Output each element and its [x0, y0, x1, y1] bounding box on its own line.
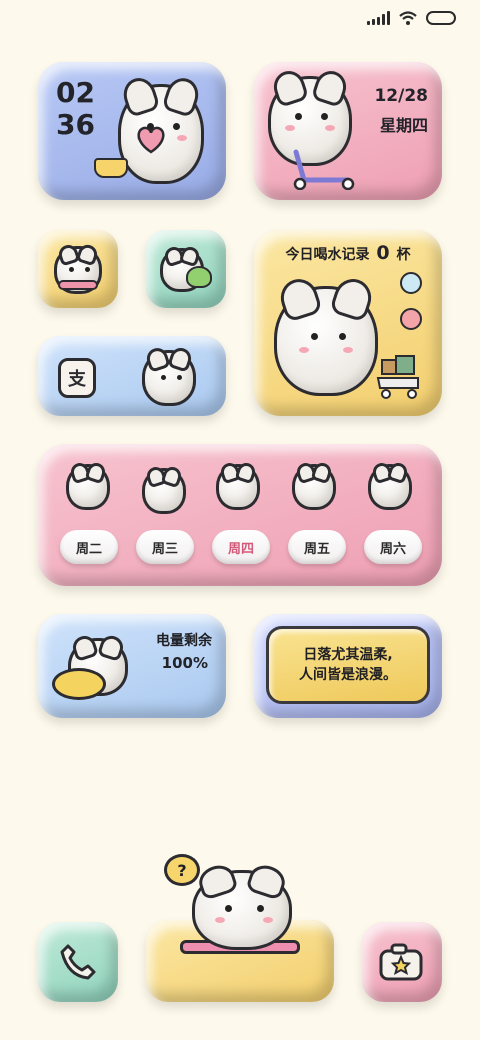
- day-label: 周三: [151, 541, 178, 557]
- clock-hour: 02: [56, 76, 95, 109]
- app-tile-bunny-frog[interactable]: [146, 230, 226, 308]
- date-weekday: 星期四: [379, 116, 428, 135]
- question-mark: ?: [177, 860, 187, 880]
- quote-line-2: 人间皆是浪漫。: [299, 667, 397, 683]
- water-title: 今日喝水记录 0 杯: [254, 242, 442, 264]
- food-bowl-icon: [94, 158, 128, 178]
- pillow-icon: [52, 668, 106, 700]
- date-widget[interactable]: 12/28 星期四: [254, 62, 442, 200]
- app-tile-bunny-scarf[interactable]: [38, 230, 118, 308]
- quote-line-1: 日落尤其温柔,: [303, 647, 393, 663]
- week-bunny-3: [216, 464, 260, 510]
- date-day: 12/28: [374, 86, 428, 106]
- day-button-sat[interactable]: 周六: [364, 530, 422, 564]
- scooter-icon: [293, 149, 355, 190]
- battery-widget[interactable]: 电量剩余 100%: [38, 614, 226, 718]
- day-label: 周五: [303, 541, 330, 557]
- bunny-illustration: [274, 286, 378, 396]
- day-button-wed[interactable]: 周三: [136, 530, 194, 564]
- battery-label: 电量剩余: [156, 633, 212, 649]
- cart-icon: [376, 355, 419, 399]
- phone-icon: [60, 944, 96, 980]
- battery-icon: [426, 11, 456, 25]
- camera-icon: [379, 943, 423, 981]
- day-label: 周二: [75, 541, 102, 557]
- day-button-tue[interactable]: 周二: [60, 530, 118, 564]
- add-water-button[interactable]: [400, 272, 422, 294]
- remove-water-button[interactable]: [400, 308, 422, 330]
- week-bunny-4: [292, 464, 336, 510]
- alipay-label: 支: [68, 369, 86, 390]
- scarf-icon: [58, 280, 98, 290]
- week-bunny-1: [66, 464, 110, 510]
- dock-phone-app[interactable]: [38, 922, 118, 1002]
- quote-plate: 日落尤其温柔, 人间皆是浪漫。: [266, 626, 430, 704]
- clock-widget[interactable]: 02 36: [38, 62, 226, 200]
- question-bubble-icon: ?: [164, 854, 200, 886]
- water-record-widget[interactable]: 今日喝水记录 0 杯: [254, 230, 442, 416]
- signal-icon: [367, 11, 390, 25]
- week-bunny-2: [142, 468, 186, 514]
- water-label: 今日喝水记录: [285, 247, 370, 263]
- day-label: 周四: [227, 541, 254, 557]
- battery-value: 100%: [161, 654, 208, 672]
- week-bunny-5: [368, 464, 412, 510]
- day-button-fri[interactable]: 周五: [288, 530, 346, 564]
- alipay-widget[interactable]: 支: [38, 336, 226, 416]
- day-button-thu[interactable]: 周四: [212, 530, 270, 564]
- day-label: 周六: [379, 541, 406, 557]
- dock-bunny: [192, 870, 292, 950]
- dock-camera-app[interactable]: [362, 922, 442, 1002]
- water-unit: 杯: [396, 247, 411, 263]
- water-count: 0: [376, 242, 390, 264]
- wifi-icon: [399, 11, 417, 25]
- heart-icon: [137, 126, 165, 154]
- frog-icon: [186, 266, 212, 288]
- week-widget[interactable]: 周二 周三 周四 周五 周六: [38, 444, 442, 586]
- bunny-illustration: [142, 350, 196, 406]
- clock-minute: 36: [56, 108, 95, 141]
- quote-widget[interactable]: 日落尤其温柔, 人间皆是浪漫。: [254, 614, 442, 718]
- alipay-icon: 支: [58, 358, 96, 398]
- status-bar: [367, 10, 456, 26]
